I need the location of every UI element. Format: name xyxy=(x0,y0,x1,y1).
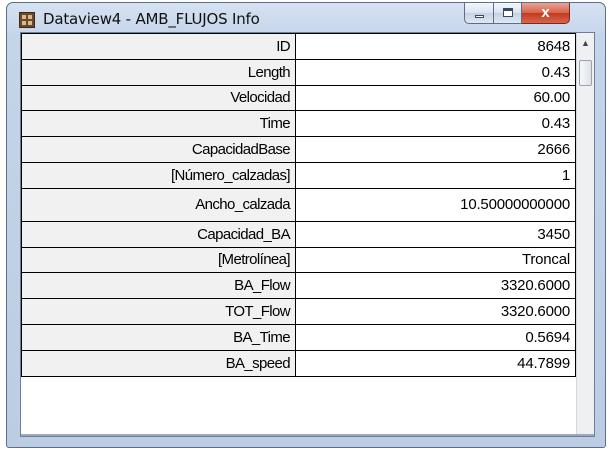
table-row: Time 0.43 xyxy=(21,110,576,138)
field-name-cell: Length xyxy=(21,58,296,86)
field-value-cell[interactable]: 3320.6000 xyxy=(295,298,576,325)
attribute-table: ID 8648 Length 0.43 Velocidad 60.00 Time… xyxy=(21,33,576,377)
close-button[interactable]: x xyxy=(522,3,570,24)
maximize-icon xyxy=(503,8,513,17)
field-name-cell: [Metrolínea] xyxy=(21,246,296,274)
scroll-thumb[interactable] xyxy=(579,60,592,86)
field-name-cell: [Número_calzadas] xyxy=(21,161,296,189)
dataview-window: Dataview4 - AMB_FLUJOS Info x ID 8648 Le… xyxy=(6,2,606,448)
field-value-cell[interactable]: 0.43 xyxy=(295,110,576,138)
field-value-cell[interactable]: 1 xyxy=(295,161,576,189)
field-name-cell: Capacidad_BA xyxy=(21,220,296,248)
field-value-cell[interactable]: 2666 xyxy=(295,136,576,163)
field-value-cell[interactable]: 8648 xyxy=(295,33,576,60)
table-row: Capacidad_BA 3450 xyxy=(21,220,576,248)
field-value-cell[interactable]: 3450 xyxy=(295,220,576,248)
field-name-cell: Velocidad xyxy=(21,84,296,112)
field-name-cell: Time xyxy=(21,110,296,138)
field-name-cell: CapacidadBase xyxy=(21,136,296,163)
table-row: TOT_Flow 3320.6000 xyxy=(21,298,576,325)
table-row: Length 0.43 xyxy=(21,58,576,86)
minimize-button[interactable] xyxy=(464,3,494,24)
table-row: [Número_calzadas] 1 xyxy=(21,161,576,189)
table-row: BA_Time 0.5694 xyxy=(21,323,576,351)
field-name-cell: BA_speed xyxy=(21,349,296,377)
field-value-cell[interactable]: 0.43 xyxy=(295,58,576,86)
window-title: Dataview4 - AMB_FLUJOS Info xyxy=(43,10,260,28)
table-row: BA_Flow 3320.6000 xyxy=(21,272,576,300)
field-name-cell: ID xyxy=(21,33,296,60)
field-name-cell: BA_Time xyxy=(21,323,296,351)
field-value-cell[interactable]: Troncal xyxy=(295,246,576,274)
table-row: ID 8648 xyxy=(21,33,576,60)
maximize-button[interactable] xyxy=(494,3,522,24)
table-row: Velocidad 60.00 xyxy=(21,84,576,112)
field-name-cell: Ancho_calzada xyxy=(21,187,296,222)
table-row: Ancho_calzada 10.50000000000 xyxy=(21,187,576,222)
field-name-cell: BA_Flow xyxy=(21,272,296,300)
attribute-grid-panel: ID 8648 Length 0.43 Velocidad 60.00 Time… xyxy=(20,32,595,437)
field-value-cell[interactable]: 10.50000000000 xyxy=(295,187,576,222)
field-value-cell[interactable]: 60.00 xyxy=(295,84,576,112)
field-name-cell: TOT_Flow xyxy=(21,298,296,325)
field-value-cell[interactable]: 0.5694 xyxy=(295,323,576,351)
table-row: [Metrolínea] Troncal xyxy=(21,246,576,274)
grid-bottom-border xyxy=(21,434,594,436)
dataview-grid-icon xyxy=(19,12,35,28)
vertical-scrollbar[interactable]: ▲ xyxy=(576,33,594,436)
table-row: BA_speed 44.7899 xyxy=(21,349,576,377)
close-icon: x xyxy=(541,4,550,21)
table-row: CapacidadBase 2666 xyxy=(21,136,576,163)
field-value-cell[interactable]: 3320.6000 xyxy=(295,272,576,300)
field-value-cell[interactable]: 44.7899 xyxy=(295,349,576,377)
minimize-icon xyxy=(475,15,484,18)
scroll-up-arrow-icon[interactable]: ▲ xyxy=(577,35,594,52)
